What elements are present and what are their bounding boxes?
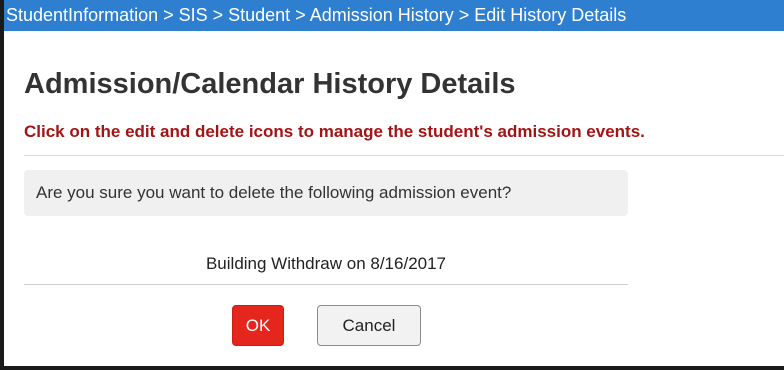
admission-event-label: Building Withdraw on 8/16/2017 bbox=[205, 254, 447, 273]
breadcrumb[interactable]: StudentInformation > SIS > Student > Adm… bbox=[4, 0, 784, 31]
page-title: Admission/Calendar History Details bbox=[24, 68, 516, 100]
cancel-button[interactable]: Cancel bbox=[317, 305, 421, 346]
instructions-text: Click on the edit and delete icons to ma… bbox=[24, 122, 645, 141]
ok-button[interactable]: OK bbox=[232, 305, 284, 346]
divider bbox=[24, 155, 784, 156]
divider bbox=[24, 284, 628, 285]
delete-confirmation-prompt: Are you sure you want to delete the foll… bbox=[24, 170, 628, 216]
